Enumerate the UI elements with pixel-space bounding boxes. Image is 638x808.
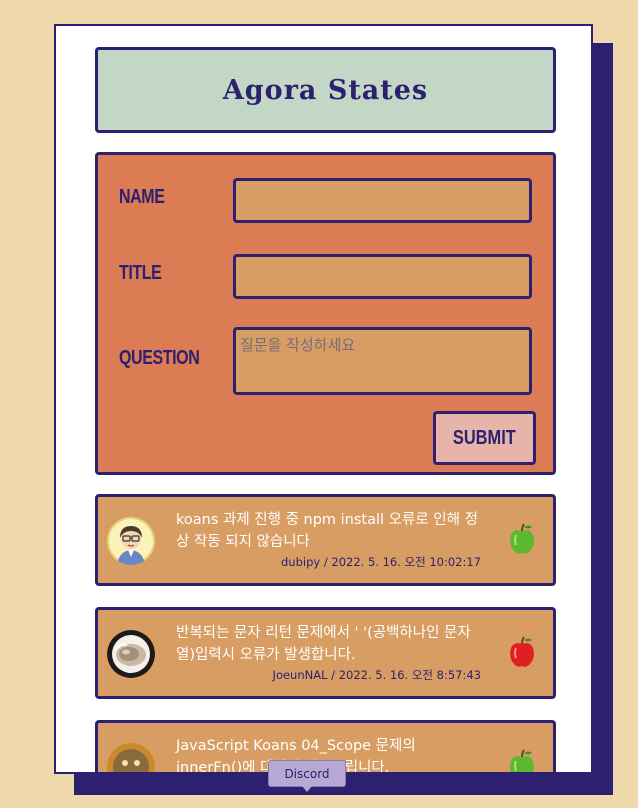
discussion-title[interactable]: 반복되는 문자 리턴 문제에서 ' '(공백하나인 문자열)입력시 오류가 발생… [176,622,481,666]
avatar [107,517,155,565]
submit-label: SUBMIT [453,426,516,449]
red-apple-icon [508,636,536,668]
discussion-item[interactable]: koans 과제 진행 중 npm install 오류로 인해 정상 작동 되… [95,494,556,586]
question-textarea[interactable] [233,327,532,395]
page-title: Agora States [222,74,429,106]
avatar [107,743,155,772]
discussion-title[interactable]: koans 과제 진행 중 npm install 오류로 인해 정상 작동 되… [176,509,481,553]
name-input[interactable] [233,178,532,223]
title-label: TITLE [119,262,162,284]
main-card: Agora States NAME TITLE QUESTION SUBMIT [54,24,593,774]
question-form: NAME TITLE QUESTION SUBMIT [95,152,556,475]
green-apple-icon [508,749,536,772]
title-input[interactable] [233,254,532,299]
submit-button[interactable]: SUBMIT [433,411,536,465]
page-header: Agora States [95,47,556,133]
discussion-meta: dubipy / 2022. 5. 16. 오전 10:02:17 [281,555,481,569]
discussion-meta: JoeunNAL / 2022. 5. 16. 오전 8:57:43 [272,668,481,682]
discord-tooltip: Discord [268,760,346,792]
question-label: QUESTION [119,347,200,369]
name-label: NAME [119,186,165,208]
discussion-item[interactable]: 반복되는 문자 리턴 문제에서 ' '(공백하나인 문자열)입력시 오류가 발생… [95,607,556,699]
tooltip-text: Discord [284,766,330,781]
green-apple-icon [508,523,536,555]
avatar [107,630,155,678]
